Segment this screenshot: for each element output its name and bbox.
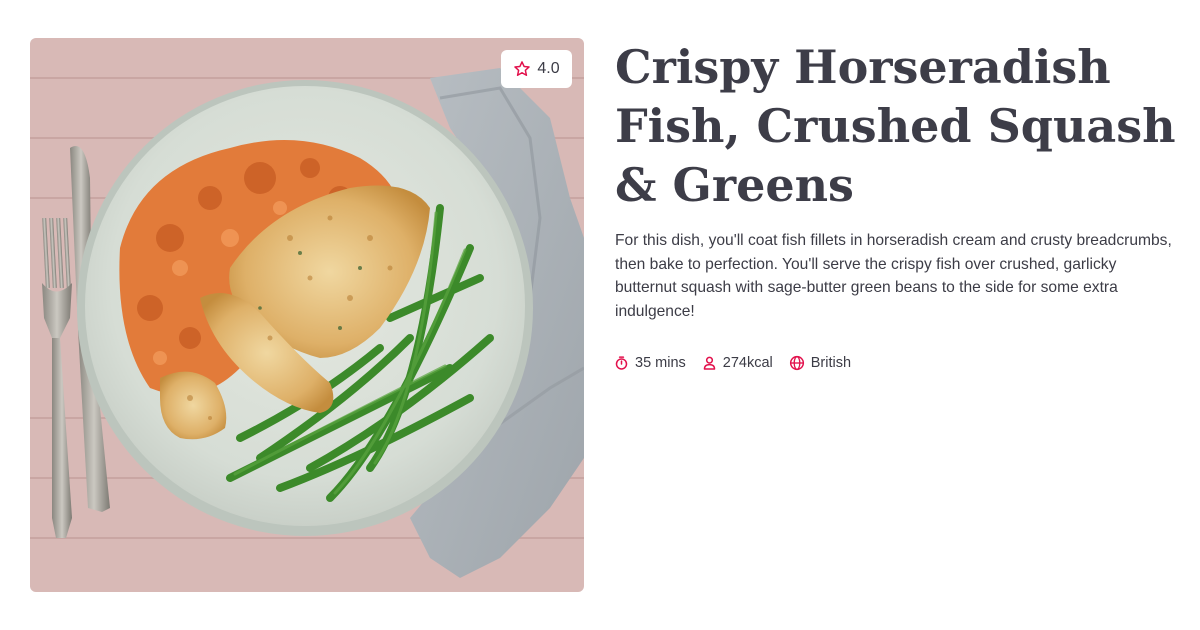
person-icon bbox=[703, 356, 716, 370]
meta-time: 35 mins bbox=[614, 355, 686, 371]
star-outline-icon bbox=[514, 61, 531, 76]
recipe-card: 4.0 Crispy Horseradish Fish, Crushed Squ… bbox=[0, 0, 1200, 630]
globe-icon bbox=[789, 355, 804, 371]
recipe-title: Crispy Horseradish Fish, Crushed Squash … bbox=[615, 40, 1176, 212]
rating-badge: 4.0 bbox=[501, 50, 572, 88]
meta-calories: 274kcal bbox=[702, 355, 773, 371]
recipe-image[interactable] bbox=[30, 38, 584, 592]
rating-value: 4.0 bbox=[537, 60, 560, 77]
meta-cuisine-label: British bbox=[810, 355, 852, 371]
meta-time-label: 35 mins bbox=[635, 355, 686, 371]
meta-calories-label: 274kcal bbox=[722, 355, 773, 371]
meta-cuisine: British bbox=[789, 355, 851, 371]
recipe-meta: 35 mins 274kcal British bbox=[614, 355, 867, 371]
stopwatch-icon bbox=[615, 356, 628, 370]
recipe-description: For this dish, you'll coat fish fillets … bbox=[615, 232, 1172, 320]
dish-photo bbox=[30, 38, 584, 592]
